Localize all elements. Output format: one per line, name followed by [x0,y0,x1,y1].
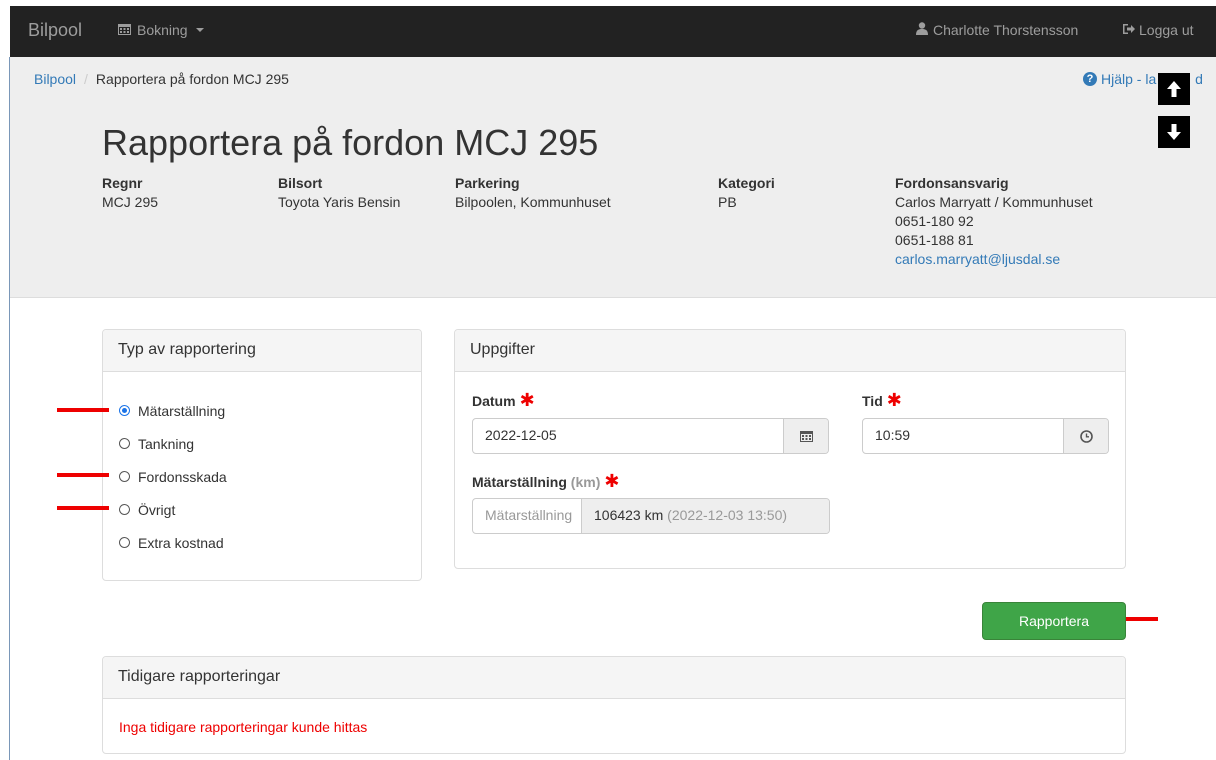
annotation-marker [57,408,109,412]
annotation-marker [57,506,109,510]
radio-ovrigt[interactable]: Övrigt [119,493,421,526]
kategori-value: PB [718,194,737,210]
breadcrumb-separator: / [84,71,88,87]
radio-button[interactable] [119,438,130,449]
date-field[interactable]: 2022-12-05 [472,418,829,454]
booking-menu[interactable]: Bokning [118,22,204,38]
required-asterisk-icon: ✱ [519,390,535,410]
radio-label: Övrigt [138,501,176,518]
radio-button-selected[interactable] [119,405,130,416]
arrow-up-icon [1167,81,1181,97]
radio-label: Fordonsskada [138,468,227,485]
logout-link[interactable]: Logga ut [1122,22,1194,38]
fordonsansvarig-phone-2: 0651-188 81 [895,232,974,248]
report-type-panel: Typ av rapportering Mätarställning Tankn… [102,329,422,581]
calendar-icon [118,22,131,38]
breadcrumb-root-link[interactable]: Bilpool [34,71,76,87]
radio-label: Tankning [138,435,195,452]
parkering-value: Bilpoolen, Kommunhuset [455,194,611,210]
radio-tankning[interactable]: Tankning [119,427,421,460]
caret-down-icon [195,28,204,32]
user-menu[interactable]: Charlotte Thorstensson [916,22,1078,38]
regnr-value: MCJ 295 [102,194,159,210]
annotation-marker [57,473,109,477]
time-label-text: Tid [862,393,883,409]
history-panel: Tidigare rapporteringar Inga tidigare ra… [102,656,1126,754]
user-icon [916,22,928,38]
breadcrumb-current: Rapportera på fordon MCJ 295 [95,71,289,87]
odometer-last-time: (2022-12-03 13:50) [667,507,788,523]
fordonsansvarig-phone-1: 0651-180 92 [895,213,974,229]
odometer-unit: (km) [570,474,601,490]
report-type-panel-title: Typ av rapportering [103,330,421,372]
scroll-down-button[interactable] [1158,116,1190,148]
time-label: Tid ✱ [862,390,902,411]
time-input[interactable]: 10:59 [863,419,1063,453]
clock-icon [1079,429,1093,443]
radio-label: Mätarställning [138,402,226,419]
radio-matarstallning[interactable]: Mätarställning [119,394,421,427]
breadcrumb: Bilpool / Rapportera på fordon MCJ 295 [34,71,289,87]
odometer-label-text: Mätarställning [472,474,567,490]
arrow-down-icon [1167,124,1181,140]
radio-button[interactable] [119,471,130,482]
date-input[interactable]: 2022-12-05 [473,419,783,453]
time-picker-button[interactable] [1063,419,1108,453]
regnr-label: Regnr [102,175,143,191]
booking-menu-label: Bokning [137,22,188,38]
submit-report-button[interactable]: Rapportera [982,602,1126,640]
radio-label: Extra kostnad [138,534,224,551]
odometer-last-value: 106423 km [594,507,664,523]
radio-button[interactable] [119,504,130,515]
bilsort-column: Bilsort Toyota Yaris Bensin [278,174,400,212]
kategori-column: Kategori PB [718,174,775,212]
date-label: Datum ✱ [472,390,535,411]
required-asterisk-icon: ✱ [886,390,902,410]
date-label-text: Datum [472,393,516,409]
fordonsansvarig-column: Fordonsansvarig Carlos Marryatt / Kommun… [895,174,1093,269]
radio-fordonsskada[interactable]: Fordonsskada [119,460,421,493]
user-name: Charlotte Thorstensson [933,22,1079,38]
brand-link[interactable]: Bilpool [28,20,82,41]
question-icon: ? [1083,72,1097,86]
odometer-input[interactable]: Mätarställning [473,499,581,533]
left-border [9,57,10,760]
bilsort-value: Toyota Yaris Bensin [278,194,401,210]
odometer-label: Mätarställning (km) ✱ [472,471,619,492]
fordonsansvarig-label: Fordonsansvarig [895,175,1009,191]
details-panel-title: Uppgifter [455,330,1125,372]
parkering-column: Parkering Bilpoolen, Kommunhuset [455,174,611,212]
scroll-up-button[interactable] [1158,73,1190,105]
parkering-label: Parkering [455,175,520,191]
regnr-column: Regnr MCJ 295 [102,174,158,212]
odometer-field[interactable]: Mätarställning 106423 km (2022-12-03 13:… [472,498,830,534]
bilsort-label: Bilsort [278,175,323,191]
time-field[interactable]: 10:59 [862,418,1109,454]
calendar-picker-button[interactable] [783,419,828,453]
kategori-label: Kategori [718,175,775,191]
report-type-options: Mätarställning Tankning Fordonsskada Övr… [103,372,421,559]
radio-extra-kostnad[interactable]: Extra kostnad [119,526,421,559]
logout-icon [1122,22,1135,38]
fordonsansvarig-email-link[interactable]: carlos.marryatt@ljusdal.se [895,251,1060,267]
odometer-last-reading: 106423 km (2022-12-03 13:50) [581,499,829,533]
history-panel-title: Tidigare rapporteringar [103,657,1125,699]
page-title: Rapportera på fordon MCJ 295 [102,122,599,163]
logout-label: Logga ut [1139,22,1194,38]
history-empty-message: Inga tidigare rapporteringar kunde hitta… [119,719,368,735]
required-asterisk-icon: ✱ [604,471,620,491]
top-navbar: Bilpool Bokning Charlotte Thorstensson L… [10,6,1216,57]
fordonsansvarig-name: Carlos Marryatt / Kommunhuset [895,194,1093,210]
calendar-icon [799,431,813,442]
radio-button[interactable] [119,537,130,548]
